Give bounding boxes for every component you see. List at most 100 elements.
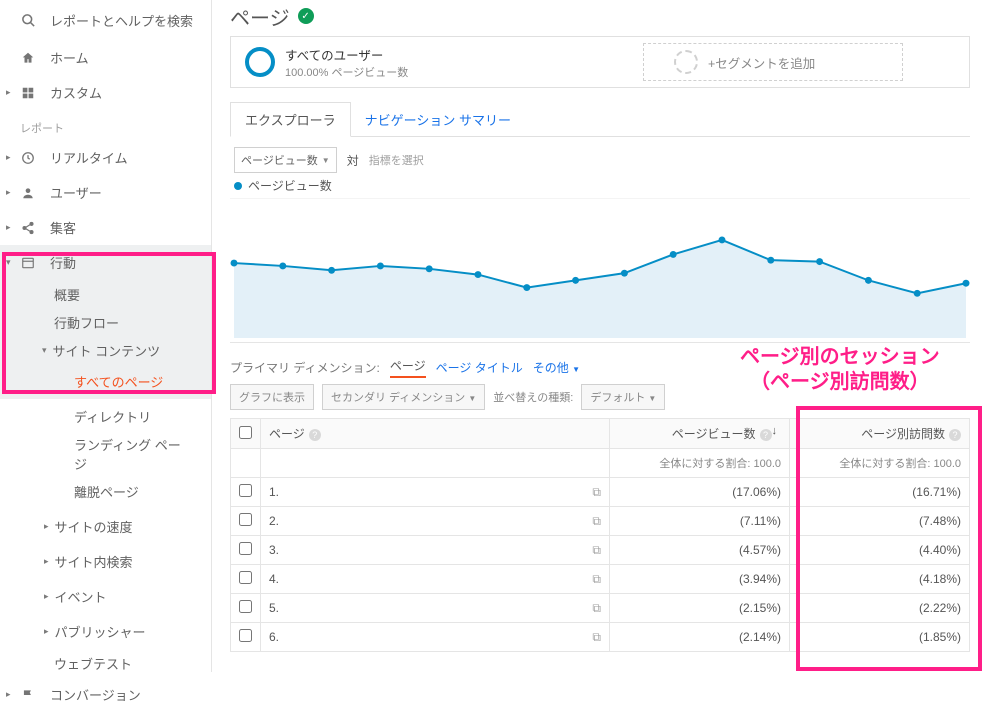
row-checkbox[interactable]: [239, 600, 252, 613]
sidebar-user[interactable]: ユーザー: [0, 175, 211, 210]
metric-select[interactable]: ページビュー数 ▼: [234, 147, 337, 173]
table-header-sessions[interactable]: ページ別訪問数?: [790, 419, 970, 449]
data-table: ページ? ページビュー数?↓ ページ別訪問数? 全体に対する割合: 100.0 …: [230, 418, 970, 652]
table-header-page[interactable]: ページ?: [261, 419, 610, 449]
help-icon: ?: [760, 429, 772, 441]
chevron-down-icon: ▼: [648, 394, 656, 403]
table-body: 全体に対する割合: 100.0 全体に対する割合: 100.0 1.⧉(17.0…: [231, 449, 970, 652]
sort-desc-icon: ↓: [772, 425, 778, 437]
row-pv-cell: (2.14%): [610, 623, 790, 652]
select-all-checkbox[interactable]: [239, 426, 252, 439]
row-sessions-cell: (2.22%): [790, 594, 970, 623]
row-checkbox[interactable]: [239, 484, 252, 497]
sidebar-site-content[interactable]: ▾ サイト コンテンツ: [0, 336, 211, 364]
sidebar-realtime[interactable]: リアルタイム: [0, 140, 211, 175]
sidebar-behavior-overview-label: 概要: [54, 285, 80, 304]
page-title: ページ: [230, 2, 290, 31]
chart-legend: ページビュー数: [230, 173, 970, 194]
dimension-page[interactable]: ページ: [390, 357, 426, 378]
open-in-new-icon[interactable]: ⧉: [592, 572, 601, 587]
sidebar-events-label: イベント: [55, 587, 107, 606]
row-page-cell: 5.⧉: [261, 594, 610, 623]
table-row[interactable]: 2.⧉(7.11%)(7.48%): [231, 507, 970, 536]
metric-vs-label: 対: [347, 152, 359, 169]
sidebar-conversion-label: コンバージョン: [50, 685, 141, 704]
segment-add[interactable]: +セグメントを追加: [643, 43, 903, 81]
sidebar-site-speed[interactable]: ▸サイトの速度: [0, 509, 211, 544]
table-header-pageviews[interactable]: ページビュー数?↓: [610, 419, 790, 449]
table-row[interactable]: 1.⧉(17.06%)(16.71%): [231, 478, 970, 507]
table-row[interactable]: 4.⧉(3.94%)(4.18%): [231, 565, 970, 594]
sidebar-behavior[interactable]: 行動: [0, 245, 211, 280]
table-header-checkbox[interactable]: [231, 419, 261, 449]
tab-nav-summary-label: ナビゲーション サマリー: [365, 113, 511, 128]
row-checkbox[interactable]: [239, 542, 252, 555]
annotation-line1: ページ別のセッション: [740, 345, 940, 370]
table-row[interactable]: 6.⧉(2.14%)(1.85%): [231, 623, 970, 652]
dimension-other[interactable]: その他 ▼: [533, 359, 580, 376]
chart-svg: [230, 199, 970, 342]
chevron-right-icon: ▸: [44, 626, 49, 637]
sidebar-events[interactable]: ▸イベント: [0, 579, 211, 614]
user-icon: [20, 185, 36, 201]
sidebar-behavior-label: 行動: [50, 253, 76, 272]
open-in-new-icon[interactable]: ⧉: [592, 543, 601, 558]
row-checkbox[interactable]: [239, 513, 252, 526]
metric-row: ページビュー数 ▼ 対 指標を選択: [230, 137, 970, 173]
table-row[interactable]: 5.⧉(2.15%)(2.22%): [231, 594, 970, 623]
chart-toggle-label: グラフに表示: [239, 392, 305, 404]
sidebar-acquisition[interactable]: 集客: [0, 210, 211, 245]
open-in-new-icon[interactable]: ⧉: [592, 601, 601, 616]
sidebar-all-pages[interactable]: すべてのページ: [0, 364, 211, 399]
sidebar-acquisition-label: 集客: [50, 218, 76, 237]
sort-type-label: 並べ替えの種類:: [493, 389, 573, 405]
dimension-label: プライマリ ディメンション:: [230, 359, 380, 376]
sidebar-directory[interactable]: ディレクトリ: [0, 399, 211, 434]
sidebar-site-search-label: サイト内検索: [55, 552, 133, 571]
table-header-pageviews-label: ページビュー数: [672, 427, 756, 441]
secondary-dimension-button[interactable]: セカンダリ ディメンション ▼: [322, 384, 485, 410]
sidebar-behavior-flow[interactable]: 行動フロー: [0, 308, 211, 336]
sidebar-publisher[interactable]: ▸パブリッシャー: [0, 614, 211, 649]
row-pv-cell: (3.94%): [610, 565, 790, 594]
annotation-line2: （ページ別訪問数）: [740, 370, 940, 395]
open-in-new-icon[interactable]: ⧉: [592, 514, 601, 529]
chevron-down-icon: ▼: [572, 365, 580, 374]
open-in-new-icon[interactable]: ⧉: [592, 630, 601, 645]
open-in-new-icon[interactable]: ⧉: [592, 485, 601, 500]
segment-all-users[interactable]: すべてのユーザー 100.00% ページビュー数: [231, 37, 423, 87]
row-checkbox[interactable]: [239, 571, 252, 584]
sidebar-behavior-overview[interactable]: 概要: [0, 280, 211, 308]
row-checkbox[interactable]: [239, 629, 252, 642]
sidebar-site-search[interactable]: ▸サイト内検索: [0, 544, 211, 579]
sidebar-custom[interactable]: カスタム: [0, 75, 211, 110]
flag-icon: [20, 687, 36, 703]
segment-add-label: +セグメントを追加: [708, 53, 815, 72]
sidebar-exit-pages[interactable]: 離脱ページ: [0, 474, 211, 509]
sidebar-directory-label: ディレクトリ: [74, 407, 151, 426]
line-chart[interactable]: [230, 198, 970, 343]
table-row[interactable]: 3.⧉(4.57%)(4.40%): [231, 536, 970, 565]
sidebar-home[interactable]: ホーム: [0, 40, 211, 75]
sidebar-webtest[interactable]: ウェブテスト: [0, 649, 211, 677]
search-icon: [20, 12, 36, 28]
chart-toggle-button[interactable]: グラフに表示: [230, 384, 314, 410]
tab-explorer[interactable]: エクスプローラ: [230, 102, 351, 137]
sidebar-landing-pages[interactable]: ランディング ページ: [0, 434, 211, 474]
summary-pv: 全体に対する割合: 100.0: [610, 449, 790, 478]
table-header-page-label: ページ: [269, 427, 305, 441]
row-pv-cell: (7.11%): [610, 507, 790, 536]
row-pv-cell: (4.57%): [610, 536, 790, 565]
sort-type-button[interactable]: デフォルト ▼: [581, 384, 665, 410]
sidebar-search[interactable]: レポートとヘルプを検索: [0, 0, 211, 40]
sidebar-conversion[interactable]: コンバージョン: [0, 677, 211, 712]
segment-container: すべてのユーザー 100.00% ページビュー数 +セグメントを追加: [230, 36, 970, 88]
chevron-down-icon: ▾: [42, 345, 47, 356]
table-header-row: ページ? ページビュー数?↓ ページ別訪問数?: [231, 419, 970, 449]
tab-nav-summary[interactable]: ナビゲーション サマリー: [351, 103, 525, 136]
sidebar-webtest-label: ウェブテスト: [54, 654, 132, 673]
dimension-page-title[interactable]: ページ タイトル: [436, 359, 523, 376]
sort-type-value: デフォルト: [590, 392, 645, 404]
metric-pick-link[interactable]: 指標を選択: [369, 152, 424, 168]
table-header-sessions-label: ページ別訪問数: [861, 427, 945, 441]
